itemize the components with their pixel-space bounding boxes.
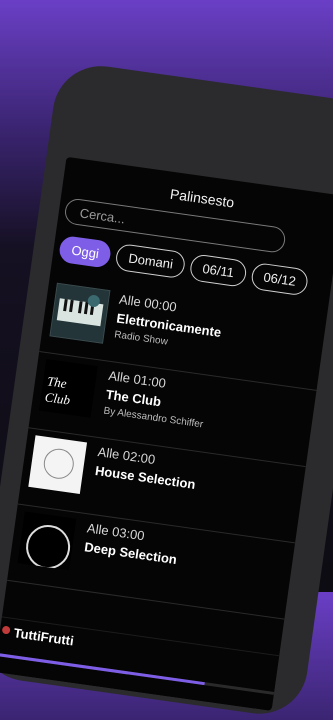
the-club-logo: The Club: [39, 358, 98, 418]
house-selection-logo: [28, 435, 88, 494]
chip-oggi[interactable]: Oggi: [57, 234, 113, 269]
chip-0611[interactable]: 06/11: [188, 253, 248, 288]
app-screen: Palinsesto Oggi Domani 06/11 06/12: [0, 156, 333, 711]
phone-frame: Palinsesto Oggi Domani 06/11 06/12: [0, 60, 333, 720]
player-station-name: TuttiFrutti: [12, 625, 75, 649]
chip-domani[interactable]: Domani: [114, 242, 187, 280]
schedule-list: Alle 00:00 Elettronicamente Radio Show T…: [7, 275, 328, 620]
deep-selection-logo: [17, 511, 77, 571]
mini-player[interactable]: TuttiFrutti: [0, 616, 280, 711]
live-dot-icon: [1, 625, 11, 635]
progress-fill: [0, 652, 205, 686]
piano-keyboard-image: [49, 282, 111, 344]
player-progress-bar[interactable]: [0, 652, 275, 695]
chip-0612[interactable]: 06/12: [249, 261, 310, 297]
